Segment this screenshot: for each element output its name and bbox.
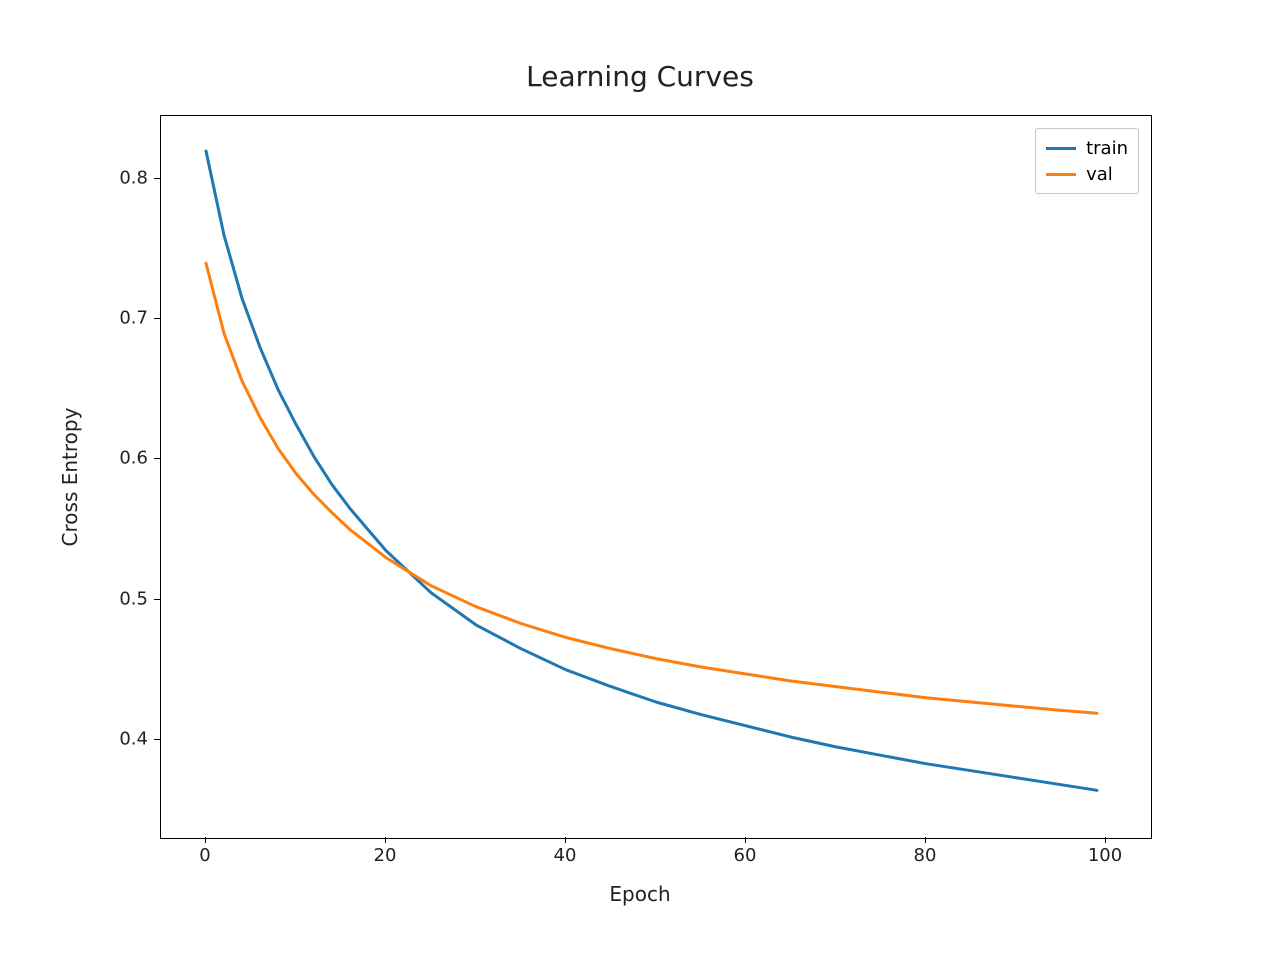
legend-item-val: val [1046, 161, 1128, 187]
y-tick-label: 0.8 [119, 168, 148, 189]
chart-title: Learning Curves [0, 60, 1280, 93]
series-line-train [206, 151, 1097, 790]
x-axis-label: Epoch [0, 882, 1280, 906]
y-tick-label: 0.6 [119, 448, 148, 469]
x-tick [565, 837, 566, 843]
legend-swatch-val [1046, 173, 1076, 176]
x-tick [925, 837, 926, 843]
chart-figure: Learning Curves train val Epoch Cross En… [0, 0, 1280, 960]
y-tick-label: 0.5 [119, 588, 148, 609]
y-tick [154, 458, 160, 459]
y-tick [154, 178, 160, 179]
x-tick [385, 837, 386, 843]
y-tick [154, 318, 160, 319]
x-tick [745, 837, 746, 843]
legend-item-train: train [1046, 135, 1128, 161]
x-tick-label: 60 [734, 845, 757, 866]
x-tick-label: 80 [914, 845, 937, 866]
y-axis-label: Cross Entropy [58, 408, 82, 547]
y-tick [154, 599, 160, 600]
legend-swatch-train [1046, 147, 1076, 150]
legend-label-train: train [1086, 138, 1128, 159]
y-tick [154, 739, 160, 740]
x-tick-label: 40 [554, 845, 577, 866]
series-line-val [206, 263, 1097, 713]
y-tick-label: 0.4 [119, 728, 148, 749]
legend: train val [1035, 128, 1139, 194]
x-tick-label: 20 [374, 845, 397, 866]
y-tick-label: 0.7 [119, 308, 148, 329]
x-tick-label: 100 [1088, 845, 1122, 866]
x-tick [205, 837, 206, 843]
plot-area: train val [160, 115, 1152, 839]
x-tick [1105, 837, 1106, 843]
x-tick-label: 0 [199, 845, 210, 866]
legend-label-val: val [1086, 164, 1113, 185]
chart-canvas [161, 116, 1151, 838]
